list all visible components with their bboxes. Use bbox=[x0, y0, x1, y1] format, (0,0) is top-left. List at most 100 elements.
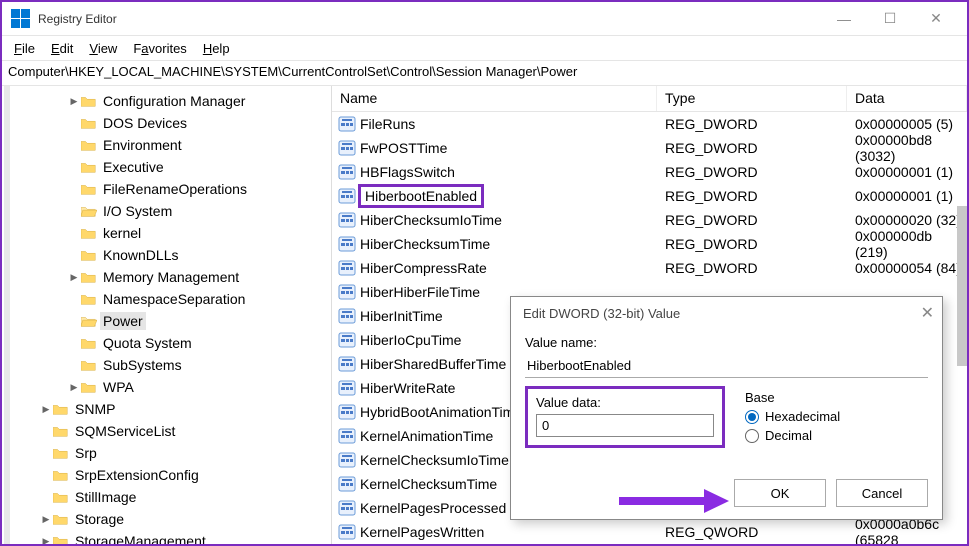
reg-value-icon bbox=[336, 235, 358, 253]
tree-node[interactable]: SQMServiceList bbox=[10, 420, 331, 442]
tree-node[interactable]: ▶ WPA bbox=[10, 376, 331, 398]
expand-icon[interactable]: ▶ bbox=[68, 96, 80, 107]
col-data[interactable]: Data bbox=[847, 86, 967, 111]
row-name: HiberWriteRate bbox=[360, 380, 455, 396]
row-name: HiberCompressRate bbox=[360, 260, 487, 276]
menu-edit[interactable]: Edit bbox=[43, 39, 81, 58]
folder-icon bbox=[52, 401, 70, 417]
tree-node[interactable]: StillImage bbox=[10, 486, 331, 508]
value-name-field[interactable]: HiberbootEnabled bbox=[525, 354, 928, 378]
address-bar[interactable]: Computer\HKEY_LOCAL_MACHINE\SYSTEM\Curre… bbox=[2, 60, 967, 86]
tree-node[interactable]: ▶ SNMP bbox=[10, 398, 331, 420]
row-name: HybridBootAnimationTime bbox=[360, 404, 522, 420]
value-name-label: Value name: bbox=[525, 335, 928, 350]
folder-icon bbox=[52, 511, 70, 527]
reg-value-icon bbox=[336, 307, 358, 325]
list-row[interactable]: HBFlagsSwitchREG_DWORD0x00000001 (1) bbox=[332, 160, 967, 184]
close-button[interactable]: ✕ bbox=[913, 4, 959, 34]
value-data-highlight: Value data: bbox=[525, 386, 725, 448]
tree-label: StillImage bbox=[72, 488, 139, 506]
tree-label: WPA bbox=[100, 378, 137, 396]
reg-value-icon bbox=[336, 139, 358, 157]
row-name: FwPOSTTime bbox=[360, 140, 447, 156]
tree-node[interactable]: ▶Storage bbox=[10, 508, 331, 530]
row-name: HiberInitTime bbox=[360, 308, 443, 324]
tree-node[interactable]: DOS Devices bbox=[10, 112, 331, 134]
list-row[interactable]: HiberbootEnabledREG_DWORD0x00000001 (1) bbox=[332, 184, 967, 208]
tree-pane: ▶ Configuration Manager DOS DevicesEnviron… bbox=[2, 86, 332, 544]
expand-icon[interactable]: ▶ bbox=[40, 536, 52, 545]
menu-help[interactable]: Help bbox=[195, 39, 238, 58]
row-data: 0x000000db (219) bbox=[847, 228, 967, 260]
list-row[interactable]: FwPOSTTimeREG_DWORD0x00000bd8 (3032) bbox=[332, 136, 967, 160]
folder-icon bbox=[52, 533, 70, 544]
tree-node[interactable]: ▶Memory Management bbox=[10, 266, 331, 288]
tree-node[interactable]: ▶ Configuration Manager bbox=[10, 90, 331, 112]
row-data: 0x00000005 (5) bbox=[847, 116, 967, 132]
list-row[interactable]: HiberChecksumTimeREG_DWORD0x000000db (21… bbox=[332, 232, 967, 256]
tree-node[interactable]: Quota System bbox=[10, 332, 331, 354]
row-data: 0x0000a0b6c (65828 bbox=[847, 516, 967, 544]
reg-value-icon bbox=[336, 331, 358, 349]
minimize-button[interactable]: — bbox=[821, 4, 867, 34]
tree-label: SNMP bbox=[72, 400, 118, 418]
tree-label: I/O System bbox=[100, 202, 175, 220]
app-icon bbox=[10, 9, 30, 29]
tree-node[interactable]: ▶ StorageManagement bbox=[10, 530, 331, 544]
menu-view[interactable]: View bbox=[81, 39, 125, 58]
list-scrollbar[interactable] bbox=[957, 206, 967, 366]
tree-node[interactable]: I/O System bbox=[10, 200, 331, 222]
menu-favorites[interactable]: Favorites bbox=[125, 39, 194, 58]
row-type: REG_DWORD bbox=[657, 236, 847, 252]
folder-icon bbox=[80, 335, 98, 351]
col-name[interactable]: Name bbox=[332, 86, 657, 111]
row-name: FileRuns bbox=[360, 116, 415, 132]
row-name: HBFlagsSwitch bbox=[360, 164, 455, 180]
folder-icon bbox=[52, 467, 70, 483]
list-header: Name Type Data bbox=[332, 86, 967, 112]
maximize-button[interactable]: ☐ bbox=[867, 4, 913, 34]
tree-node[interactable]: NamespaceSeparation bbox=[10, 288, 331, 310]
tree-node[interactable]: Srp bbox=[10, 442, 331, 464]
tree-node[interactable]: SubSystems bbox=[10, 354, 331, 376]
folder-icon bbox=[80, 137, 98, 153]
tree-node[interactable]: FileRenameOperations bbox=[10, 178, 331, 200]
tree-label: StorageManagement bbox=[72, 532, 209, 544]
list-row[interactable]: HiberCompressRate REG_DWORD0x00000054 (84… bbox=[332, 256, 967, 280]
menu-file[interactable]: File bbox=[6, 39, 43, 58]
row-name: KernelAnimationTime bbox=[360, 428, 493, 444]
tree-label: Configuration Manager bbox=[100, 92, 248, 110]
tree-node[interactable]: KnownDLLs bbox=[10, 244, 331, 266]
reg-value-icon bbox=[336, 355, 358, 373]
col-type[interactable]: Type bbox=[657, 86, 847, 111]
row-data: 0x00000054 (84) bbox=[847, 260, 967, 276]
dialog-close-icon[interactable]: ✕ bbox=[921, 303, 934, 323]
radio-hexadecimal[interactable]: Hexadecimal bbox=[745, 409, 928, 424]
menubar: File Edit View Favorites Help bbox=[2, 36, 967, 60]
row-type: REG_DWORD bbox=[657, 260, 847, 276]
tree-node[interactable]: Executive bbox=[10, 156, 331, 178]
tree-label: SQMServiceList bbox=[72, 422, 178, 440]
cancel-button[interactable]: Cancel bbox=[836, 479, 928, 507]
tree-node[interactable]: kernel bbox=[10, 222, 331, 244]
value-data-input[interactable] bbox=[536, 414, 714, 437]
row-name: HiberIoCpuTime bbox=[360, 332, 461, 348]
tree-node[interactable]: Environment bbox=[10, 134, 331, 156]
expand-icon[interactable]: ▶ bbox=[40, 514, 52, 525]
ok-button[interactable]: OK bbox=[734, 479, 826, 507]
row-type: REG_QWORD bbox=[657, 524, 847, 540]
tree-node[interactable]: SrpExtensionConfig bbox=[10, 464, 331, 486]
folder-icon bbox=[52, 445, 70, 461]
list-row[interactable]: KernelPagesWrittenREG_QWORD0x0000a0b6c (… bbox=[332, 520, 967, 544]
radio-decimal[interactable]: Decimal bbox=[745, 428, 928, 443]
expand-icon[interactable]: ▶ bbox=[68, 382, 80, 393]
expand-icon[interactable]: ▶ bbox=[40, 404, 52, 415]
expand-icon[interactable]: ▶ bbox=[68, 272, 80, 283]
reg-value-icon bbox=[336, 283, 358, 301]
tree-scrollbar[interactable] bbox=[321, 366, 331, 476]
reg-value-icon bbox=[336, 523, 358, 541]
reg-value-icon bbox=[336, 475, 358, 493]
tree-label: kernel bbox=[100, 224, 144, 242]
tree-node[interactable]: Power bbox=[10, 310, 331, 332]
folder-icon bbox=[80, 357, 98, 373]
